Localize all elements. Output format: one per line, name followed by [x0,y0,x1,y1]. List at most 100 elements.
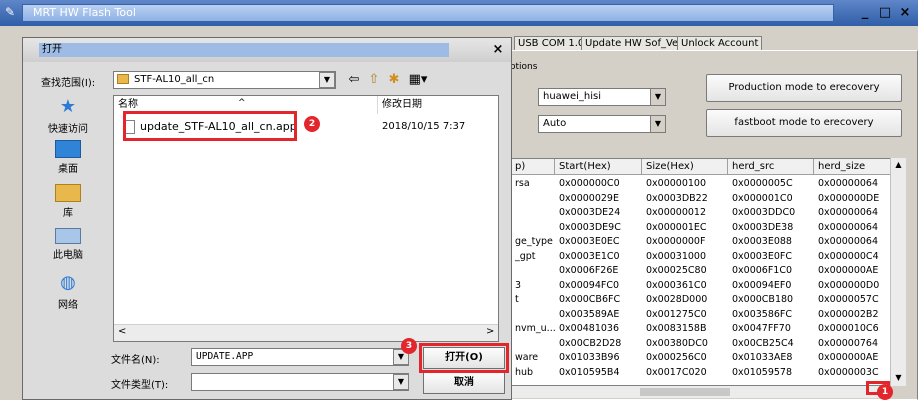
table-cell: 0x000256C0 [646,352,707,363]
table-row[interactable]: ware 0x01033B96 0x000256C0 0x01033AE8 0x0000… [511,351,891,366]
highlight-box-file [123,111,297,141]
fastboot-to-erecovery-button[interactable]: fastboot mode to erecovery [706,109,902,137]
place-desktop[interactable]: 桌面 [31,140,105,184]
cancel-button[interactable]: 取消 [423,372,505,394]
column-header-start[interactable]: Start(Hex) [555,159,642,175]
place-network[interactable]: ◍ 网络 [31,272,105,316]
tab-usb-com[interactable]: USB COM 1.0 [514,36,589,51]
table-cell: 0x00000064 [818,221,879,233]
place-label: 桌面 [58,164,78,175]
table-cell: 0x00000764 [818,337,879,349]
table-row[interactable]: nvm_u... 0x00481036 0x0083158B 0x0047FF70 0x… [511,322,891,337]
annotation-badge-2: 2 [304,116,320,132]
table-cell: 0x0000005C [732,178,793,189]
minimize-button[interactable]: _ [856,4,874,22]
place-this-pc[interactable]: 此电脑 [31,228,105,272]
place-label: 库 [63,208,73,219]
table-cell: 0x00CB25C4 [732,337,794,349]
table-cell: 0x01059578 [732,366,793,378]
chevron-down-icon[interactable]: ▼ [650,116,665,132]
column-header-modified[interactable]: 修改日期 [378,96,498,114]
look-in-select[interactable]: STF-AL10_all_cn [113,71,336,89]
table-row[interactable]: t 0x000CB6FC 0x0028D000 0x000CB180 0x0000057… [511,293,891,308]
chevron-down-icon[interactable]: ▼ [650,89,665,105]
back-icon[interactable]: ⇦ [345,71,363,89]
production-to-erecovery-button[interactable]: Production mode to erecovery [706,74,902,102]
table-cell: 0x00000064 [818,178,879,189]
scroll-right-icon[interactable]: > [486,326,494,337]
file-list-horizontal-scrollbar[interactable]: < > [114,324,498,341]
table-cell: 0x000000D0 [818,279,880,291]
file-name-input[interactable]: UPDATE.APP [191,348,409,366]
column-header-name[interactable]: p) [511,159,555,175]
table-cell: rsa [515,178,530,189]
open-file-dialog: 打开 × 查找范围(I): STF-AL10_all_cn ▼ ⇦ ⇧ ✱ ▦▾… [22,37,512,400]
table-row[interactable]: ge_type 0x0003E0EC 0x0000000F 0x0003E088 0x0… [511,235,891,250]
table-row[interactable]: 0x003589AE 0x001275C0 0x003586FC 0x000002B2 [511,308,891,323]
platform-select[interactable]: huawei_hisi ▼ [538,88,666,106]
table-horizontal-scrollbar[interactable] [510,386,890,398]
tab-unlock-account[interactable]: Unlock Account [677,36,763,51]
table-row[interactable]: 0x0003DE9C 0x000001EC 0x0003DE38 0x00000064 [511,221,891,236]
dialog-title-bar[interactable]: 打开 × [23,38,511,62]
star-icon: ★ [59,96,77,117]
place-library[interactable]: 库 [31,184,105,228]
main-title-bar[interactable]: ✎ MRT HW Flash Tool _ □ × [0,0,918,26]
table-cell: nvm_u... [515,323,555,334]
table-vertical-scrollbar[interactable]: ▲ ▼ [890,158,906,386]
maximize-button[interactable]: □ [876,4,894,22]
chevron-down-icon[interactable]: ▼ [393,374,409,390]
file-type-select[interactable] [191,373,409,391]
new-folder-icon[interactable]: ✱ [385,71,403,89]
table-cell: 0x003589AE [559,308,620,320]
table-row[interactable]: 0x0006F26E 0x00025C80 0x0006F1C0 0x000000AE [511,264,891,279]
table-cell: 0x000CB180 [732,294,794,305]
file-item-date: 2018/10/15 7:37 [382,121,466,132]
table-row[interactable]: 0x00CB2D28 0x00380DC0 0x00CB25C4 0x00000764 [511,337,891,352]
table-row[interactable]: hub 0x010595B4 0x0017C020 0x01059578 0x00000… [511,366,891,381]
table-cell: 3 [515,279,522,291]
table-cell: 0x0083158B [646,323,707,334]
table-cell: 0x0003DE38 [732,221,794,233]
mode-select[interactable]: Auto ▼ [538,115,666,133]
scroll-up-icon[interactable]: ▲ [891,158,906,172]
table-cell: 0x0003E0FC [732,250,792,262]
place-quick-access[interactable]: ★ 快速访问 [31,96,105,140]
table-cell: 0x0003E0EC [559,236,620,247]
options-group-label: otions [510,62,538,72]
table-row[interactable]: 3 0x00094FC0 0x000361C0 0x00094EF0 0x000000D… [511,279,891,294]
close-button[interactable]: × [896,4,914,22]
table-cell: 0x00000012 [646,207,707,218]
table-row[interactable]: _gpt 0x0003E1C0 0x00031000 0x0003E0FC 0x0000… [511,250,891,265]
table-cell: 0x01033B96 [559,352,620,363]
column-header-herd-size[interactable]: herd_size [814,159,891,175]
table-row[interactable]: rsa 0x000000C0 0x00000100 0x0000005C 0x00000… [511,177,891,192]
table-cell: 0x001275C0 [646,308,707,320]
column-header-herd-src[interactable]: herd_src [728,159,814,175]
table-cell: 0x0003DE24 [559,207,621,218]
table-row[interactable]: 0x0000029E 0x0003DB22 0x000001C0 0x000000DE [511,192,891,207]
table-row[interactable]: 0x0003DE24 0x00000012 0x0003DDC0 0x00000064 [511,206,891,221]
table-cell: 0x0017C020 [646,366,707,378]
scroll-thumb[interactable] [640,388,730,396]
partition-table[interactable]: p) Start(Hex) Size(Hex) herd_src herd_si… [510,158,906,386]
chevron-down-icon[interactable]: ▼ [319,72,335,88]
table-cell: 0x000361C0 [646,279,707,291]
annotation-badge-3: 3 [401,338,417,354]
file-type-label: 文件类型(T): [111,380,169,391]
up-folder-icon[interactable]: ⇧ [365,71,383,89]
annotation-badge-1: 1 [877,384,893,400]
table-cell: 0x00031000 [646,250,707,262]
table-cell: 0x000000AE [818,265,879,276]
view-menu-icon[interactable]: ▦▾ [405,71,431,89]
scroll-down-icon[interactable]: ▼ [891,371,906,385]
platform-select-value: huawei_hisi [543,91,602,102]
column-header-size[interactable]: Size(Hex) [642,159,728,175]
network-icon: ◍ [60,272,76,293]
table-cell: 0x00025C80 [646,265,707,276]
table-cell: ge_type [515,236,553,247]
dialog-close-button[interactable]: × [489,41,507,59]
scroll-left-icon[interactable]: < [118,326,126,337]
table-cell: 0x0000003C [818,366,879,378]
tab-update-hw-sof-ver[interactable]: Update HW Sof_Ver [581,36,687,51]
